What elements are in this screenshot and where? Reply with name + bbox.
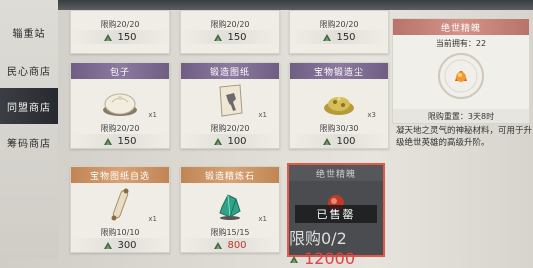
item-detail-panel: 绝世精魄 当前拥有：22 限购重置：3天8时 [392,18,530,124]
detail-title: 绝世精魄 [393,19,529,35]
card-title: 宝物图纸自选 [71,167,169,183]
purchase-limit: 限购20/20 [100,124,140,133]
purchase-limit: 限购20/20 [319,20,359,29]
alliance-token-icon [214,138,223,145]
price-row: 300 [71,238,169,252]
alliance-token-icon [104,34,113,41]
shop-card-top-2[interactable]: 限购20/20 150 [180,10,280,54]
price-value: 150 [227,31,247,43]
item-image: x1 [181,79,279,123]
item-quantity: x1 [258,215,267,223]
sold-out-label: 已售罄 [295,205,377,223]
item-image: x1 [71,79,169,123]
alliance-token-icon [323,138,332,145]
green-crystal-icon [219,194,241,220]
gold-dust-icon [324,97,354,115]
card-title: 锻造图纸 [181,63,279,79]
shop-card-top-1[interactable]: 限购20/20 150 [70,10,170,54]
scroll-roll-icon [111,188,129,221]
owned-count: 当前拥有：22 [435,39,487,48]
card-title: 绝世精魄 [289,165,383,181]
price-row: 800 [181,238,279,252]
price-row: 100 [181,134,279,148]
detail-image [393,51,529,101]
peerless-essence-icon [438,53,484,99]
sidebar-item-label: 辎重站 [12,28,46,40]
purchase-limit: 限购20/20 [210,20,250,29]
shop-card-steamed-bun[interactable]: 包子 x1 限购20/20 150 [70,62,170,149]
purchase-limit: 限购20/20 [210,124,250,133]
price-value: 150 [336,31,356,43]
price-row: 150 [181,30,279,44]
item-image: x1 [71,183,169,227]
price-value: 800 [227,239,247,251]
item-quantity: x3 [367,111,376,119]
price-row: 150 [71,134,169,148]
purchase-limit: 限购30/30 [319,124,359,133]
steamed-bun-icon [103,93,137,116]
top-header-bar [58,0,533,10]
shop-card-peerless-essence-selected[interactable]: 绝世精魄 已售罄 限购0/2 12000 [287,163,385,268]
alliance-token-icon [323,34,332,41]
card-title: 锻造精炼石 [181,167,279,183]
alliance-token-icon [104,138,113,145]
item-image: x1 [181,183,279,227]
card-title: 宝物锻造尘 [290,63,388,79]
price-value: 100 [336,135,356,147]
item-image: x3 [290,79,388,123]
shop-card-treasure-dust[interactable]: 宝物锻造尘 x3 限购30/30 100 [289,62,389,149]
sidebar-item-supply-station[interactable]: 辎重站 [0,14,58,50]
alliance-token-icon [290,256,298,263]
price-row: 150 [71,30,169,44]
item-quantity: x1 [148,215,157,223]
shop-card-refining-stone[interactable]: 锻造精炼石 x1 限购15/15 800 [180,166,280,253]
shop-card-treasure-blueprint-select[interactable]: 宝物图纸自选 x1 限购10/10 300 [70,166,170,253]
price-value: 150 [117,31,137,43]
price-value: 300 [117,239,137,251]
purchase-limit: 限购20/20 [100,20,140,29]
item-description: 凝天地之灵气的神秘材料，可用于升级绝世英雄的高级升阶。 [396,126,533,148]
limit-reset-timer: 限购重置：3天8时 [393,109,529,123]
shop-card-top-3[interactable]: 限购20/20 150 [289,10,389,54]
item-quantity: x1 [148,111,157,119]
purchase-limit: 限购15/15 [210,228,250,237]
item-quantity: x1 [258,111,267,119]
blueprint-scroll-icon [219,84,243,117]
price-value: 100 [227,135,247,147]
alliance-token-icon [104,242,113,249]
sidebar-item-alliance-shop[interactable]: 同盟商店 [0,88,58,124]
alliance-token-icon [214,242,223,249]
price-row: 100 [290,134,388,148]
price-row: 150 [290,30,388,44]
card-title: 包子 [71,63,169,79]
sidebar-item-chip-shop[interactable]: 筹码商店 [0,124,58,160]
purchase-limit: 限购10/10 [100,228,140,237]
purchase-limit: 限购0/2 [289,229,347,248]
shop-sidebar: 辎重站 民心商店 同盟商店 筹码商店 [0,0,58,259]
sidebar-item-label: 民心商店 [7,66,51,78]
sidebar-item-label: 筹码商店 [7,138,51,150]
shop-card-forging-blueprint[interactable]: 锻造图纸 x1 限购20/20 100 [180,62,280,149]
alliance-token-icon [214,34,223,41]
sidebar-item-people-shop[interactable]: 民心商店 [0,52,58,88]
price-value: 150 [117,135,137,147]
sidebar-item-label: 同盟商店 [7,102,51,114]
